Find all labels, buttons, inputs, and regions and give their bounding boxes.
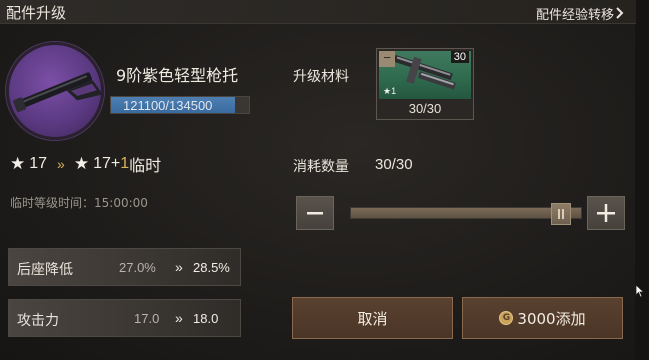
plus-icon [597,204,615,222]
star-icon: ★ [73,154,90,173]
slider-fill [351,208,581,218]
add-label: 3000添加 [517,309,586,328]
materials-label: 升级材料 [293,69,349,85]
star-level-row: ★ 17 » ★ 17+ 1 临时 [10,153,161,175]
chevron-right-icon[interactable] [615,7,624,19]
consume-value: 30/30 [375,156,413,173]
material-quantity: 30/30 [408,101,442,116]
current-stars: 17 [29,155,48,172]
stat-label: 后座降低 [17,262,73,278]
slider-handle[interactable] [551,203,571,225]
xp-transfer-link[interactable]: 配件经验转移 [536,4,614,23]
consume-label: 消耗数量 [293,159,349,175]
double-chevron-icon: » [57,156,65,172]
coin-icon: G [499,311,514,325]
next-stars: 17+ [93,155,121,172]
page-title: 配件升级 [6,4,67,22]
cursor-icon [635,284,645,298]
decrease-button[interactable] [296,196,334,230]
stat-label: 攻击力 [17,313,59,329]
side-margin [635,0,649,360]
stat-row-recoil: 后座降低 27.0% » 28.5% [8,248,241,286]
bonus-stars: 1 [120,155,130,172]
minus-icon [307,212,323,215]
xp-text: 121100/134500 [123,98,213,113]
add-button[interactable]: G 3000添加 [462,297,623,339]
cancel-label: 取消 [357,309,388,328]
material-item-image: − 30 ★1 [379,51,471,99]
temp-level-time: 临时等级时间：15:00:00 [10,196,148,210]
material-star-rank: ★1 [383,86,397,96]
double-chevron-icon: » [175,310,183,326]
material-item-card[interactable]: − 30 ★1 30/30 [376,48,474,120]
increase-button[interactable] [587,196,625,230]
temp-suffix: 临时 [129,158,162,175]
double-chevron-icon: » [175,259,183,275]
quantity-slider[interactable] [350,203,582,225]
stat-from-value: 27.0% [119,260,156,275]
stat-from-value: 17.0 [134,311,160,326]
stat-to-value: 18.0 [193,311,219,326]
star-icon: ★ [10,154,26,173]
stat-to-value: 28.5% [193,260,230,275]
weapon-name: 9阶紫色轻型枪托 [116,66,239,85]
xp-progress-bar: 121100/134500 [110,96,250,114]
cancel-button[interactable]: 取消 [292,297,453,339]
material-owned-count: 30 [450,51,469,63]
stat-row-attack: 攻击力 17.0 » 18.0 [8,299,241,337]
weapon-icon [6,42,104,140]
title-bar: 配件升级 配件经验转移 [0,0,636,24]
minus-icon: − [379,51,395,67]
